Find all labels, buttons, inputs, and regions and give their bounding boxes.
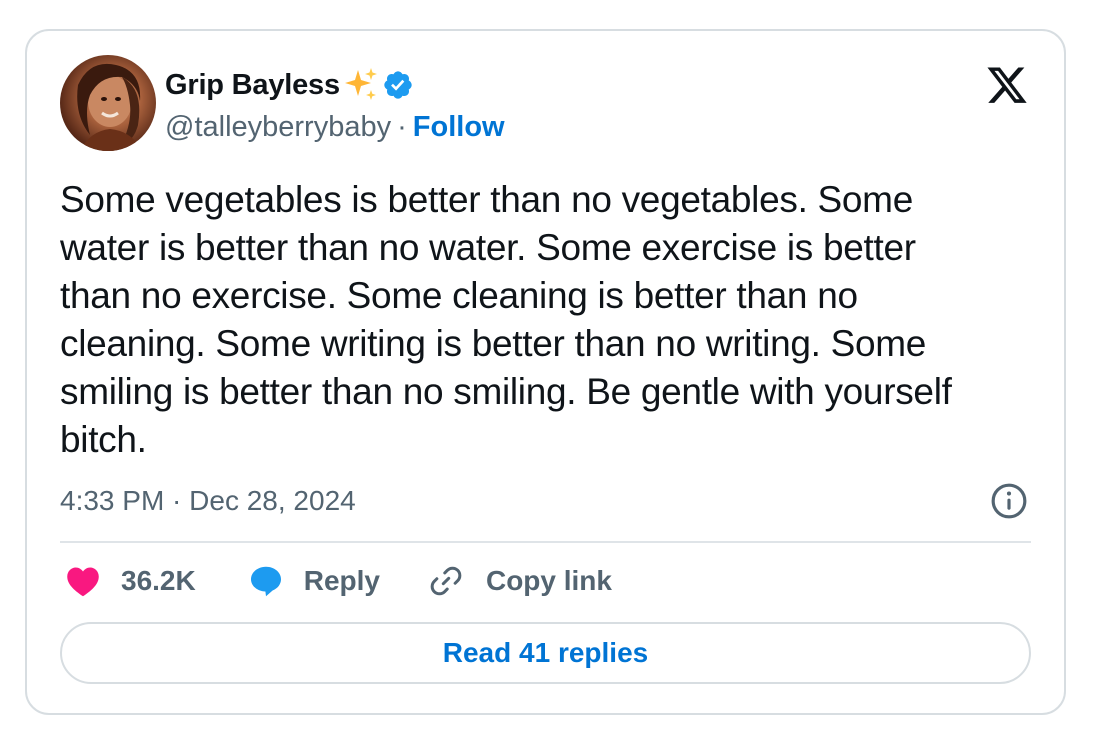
follow-button[interactable]: Follow xyxy=(413,111,505,144)
avatar[interactable] xyxy=(60,55,156,151)
author-handle-row: @talleyberrybaby · Follow xyxy=(165,107,505,147)
tweet-text: Some vegetables is better than no vegeta… xyxy=(60,179,952,460)
read-replies-button[interactable]: Read 41 replies xyxy=(60,622,1031,684)
author-handle[interactable]: @talleyberrybaby xyxy=(165,111,391,144)
speech-bubble-icon xyxy=(248,563,284,599)
reply-label: Reply xyxy=(303,565,380,596)
avatar-image xyxy=(77,63,142,151)
author-name[interactable]: Grip Bayless xyxy=(165,69,340,102)
author-name-row: Grip Bayless xyxy=(165,65,414,105)
verified-badge-icon[interactable] xyxy=(382,69,414,101)
tweet-card: Grip Bayless @talleyberrybaby · Follow S… xyxy=(25,29,1066,715)
copy-link-button[interactable]: Copy link xyxy=(428,563,612,599)
separator-dot: · xyxy=(397,110,407,143)
like-count: 36.2K xyxy=(121,565,196,596)
reply-button[interactable]: Reply xyxy=(248,563,380,599)
action-bar: 36.2K Reply Copy link xyxy=(65,559,612,603)
link-icon xyxy=(428,563,464,599)
copy-link-label: Copy link xyxy=(485,565,612,596)
heart-icon xyxy=(65,564,101,598)
divider xyxy=(60,541,1031,543)
like-button[interactable]: 36.2K xyxy=(65,564,196,598)
x-logo-icon[interactable] xyxy=(985,67,1029,107)
tweet-timestamp[interactable]: 4:33 PM · Dec 28, 2024 xyxy=(60,481,356,521)
sparkles-emoji-icon xyxy=(342,67,378,103)
info-icon[interactable] xyxy=(990,482,1028,520)
